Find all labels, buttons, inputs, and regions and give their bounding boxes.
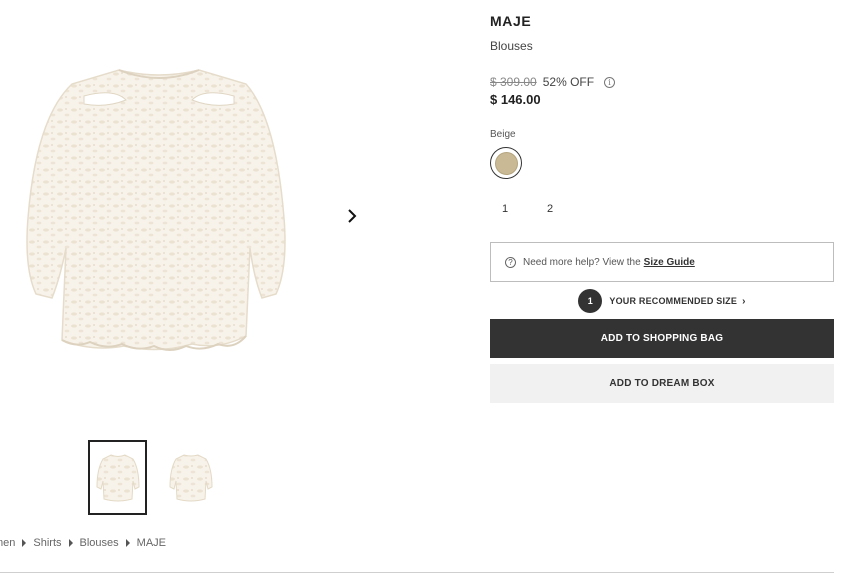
breadcrumb-separator-icon [22, 539, 27, 547]
recommended-size-label: YOUR RECOMMENDED SIZE [609, 296, 738, 306]
info-icon[interactable]: i [604, 76, 616, 88]
color-swatch-fill [494, 151, 518, 175]
original-price: $ 309.00 [490, 75, 537, 89]
brand-name[interactable]: MAJE [490, 13, 834, 29]
recommended-size-badge: 1 [578, 289, 603, 313]
product-main-image[interactable] [14, 58, 304, 368]
size-help-text: Need more help? View the [523, 256, 641, 268]
size-selector: 1 2 [502, 203, 834, 215]
add-to-bag-button[interactable]: ADD TO SHOPPING BAG [490, 319, 834, 358]
next-image-arrow[interactable] [340, 204, 364, 228]
breadcrumb-item-women[interactable]: men [0, 537, 15, 549]
blouse-image [26, 69, 286, 351]
breadcrumb-item-shirts[interactable]: Shirts [33, 537, 61, 549]
breadcrumb: men Shirts Blouses MAJE [0, 537, 166, 549]
size-guide-link[interactable]: Size Guide [644, 257, 695, 268]
thumbnail-strip [88, 440, 220, 515]
breadcrumb-item-brand[interactable]: MAJE [137, 537, 166, 549]
breadcrumb-separator-icon [125, 539, 130, 547]
add-to-dream-box-button[interactable]: ADD TO DREAM BOX [490, 364, 834, 403]
recommended-size-link[interactable]: 1 YOUR RECOMMENDED SIZE › [490, 289, 834, 313]
breadcrumb-item-blouses[interactable]: Blouses [80, 537, 119, 549]
breadcrumb-separator-icon [68, 539, 73, 547]
size-help-box: ? Need more help? View the Size Guide [490, 242, 834, 282]
price-row: $ 309.00 52% OFF i [490, 75, 834, 89]
color-swatch-beige[interactable] [490, 147, 522, 179]
size-option-1[interactable]: 1 [502, 203, 547, 215]
divider [0, 572, 834, 573]
thumbnail-front[interactable] [88, 440, 147, 515]
chevron-right-icon: › [742, 295, 746, 307]
product-category: Blouses [490, 39, 533, 53]
blouse-back-thumbnail [168, 453, 213, 501]
help-icon: ? [505, 256, 516, 268]
product-gallery: men Shirts Blouses MAJE [0, 0, 470, 586]
discount-badge: 52% OFF [542, 75, 595, 89]
current-price: $ 146.00 [490, 92, 541, 107]
chevron-right-icon [348, 209, 357, 223]
color-label: Beige [490, 129, 516, 140]
blouse-front-thumbnail [95, 453, 140, 501]
size-option-2[interactable]: 2 [547, 203, 592, 215]
product-details: MAJE Blouses $ 309.00 52% OFF i $ 146.00… [490, 13, 834, 403]
thumbnail-back[interactable] [161, 440, 220, 515]
